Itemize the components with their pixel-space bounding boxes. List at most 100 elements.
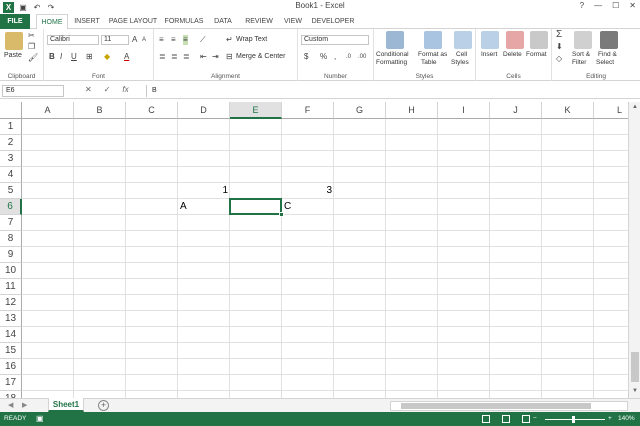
vertical-scrollbar[interactable]: ▲ ▼ bbox=[628, 102, 640, 398]
worksheet-grid[interactable]: ABCDEFGHIJKL1234567891011121314151617181… bbox=[0, 102, 628, 398]
sheet-tab-sheet1[interactable]: Sheet1 bbox=[48, 398, 84, 412]
scroll-up-icon[interactable]: ▲ bbox=[629, 104, 640, 110]
currency-button[interactable]: $ bbox=[304, 52, 308, 62]
row-header-11[interactable]: 11 bbox=[0, 279, 22, 295]
tab-page-layout[interactable]: PAGE LAYOUT bbox=[106, 14, 160, 29]
row-header-16[interactable]: 16 bbox=[0, 359, 22, 375]
comma-button[interactable]: , bbox=[334, 52, 336, 62]
column-header-i[interactable]: I bbox=[438, 102, 490, 119]
delete-cells-icon[interactable] bbox=[506, 31, 524, 49]
percent-button[interactable]: % bbox=[320, 52, 327, 62]
column-header-l[interactable]: L bbox=[594, 102, 628, 119]
shrink-font-icon[interactable]: A bbox=[142, 35, 146, 45]
conditional-formatting-button[interactable]: Conditional bbox=[376, 51, 409, 58]
enter-icon[interactable]: ✓ bbox=[104, 85, 111, 94]
row-header-3[interactable]: 3 bbox=[0, 151, 22, 167]
sort-filter-icon[interactable] bbox=[574, 31, 592, 49]
zoom-slider-track[interactable] bbox=[545, 419, 605, 420]
close-icon[interactable]: ✕ bbox=[629, 1, 636, 10]
vertical-scroll-thumb[interactable] bbox=[631, 352, 639, 382]
prev-sheet-icon[interactable]: ◀ bbox=[8, 401, 13, 409]
select-all-corner[interactable] bbox=[0, 102, 22, 119]
row-header-13[interactable]: 13 bbox=[0, 311, 22, 327]
merge-icon[interactable]: ⊟ bbox=[226, 52, 233, 62]
row-header-10[interactable]: 10 bbox=[0, 263, 22, 279]
column-header-k[interactable]: K bbox=[542, 102, 594, 119]
fill-icon[interactable]: ⬇ bbox=[556, 42, 563, 52]
align-right-icon[interactable]: ≣ bbox=[183, 52, 190, 62]
column-header-b[interactable]: B bbox=[74, 102, 126, 119]
underline-button[interactable]: U bbox=[71, 52, 77, 62]
row-header-1[interactable]: 1 bbox=[0, 119, 22, 135]
row-header-18[interactable]: 18 bbox=[0, 391, 22, 398]
row-header-7[interactable]: 7 bbox=[0, 215, 22, 231]
minimize-icon[interactable]: — bbox=[594, 1, 602, 10]
page-break-view-icon[interactable] bbox=[522, 415, 530, 423]
horizontal-scroll-thumb[interactable] bbox=[401, 403, 591, 409]
row-header-15[interactable]: 15 bbox=[0, 343, 22, 359]
wrap-text-icon[interactable]: ↵ bbox=[226, 35, 233, 45]
conditional-formatting-icon[interactable] bbox=[386, 31, 404, 49]
grow-font-icon[interactable]: A bbox=[132, 35, 137, 45]
column-header-a[interactable]: A bbox=[22, 102, 74, 119]
tab-home[interactable]: HOME bbox=[36, 14, 68, 30]
normal-view-icon[interactable] bbox=[482, 415, 490, 423]
delete-cells-button[interactable]: Delete bbox=[503, 51, 522, 58]
horizontal-scrollbar[interactable] bbox=[390, 401, 628, 411]
italic-button[interactable]: I bbox=[60, 52, 62, 62]
cell-styles-icon[interactable] bbox=[454, 31, 472, 49]
bold-button[interactable]: B bbox=[49, 52, 55, 62]
zoom-in-button[interactable]: + bbox=[608, 412, 612, 426]
fill-handle[interactable] bbox=[279, 212, 284, 217]
insert-function-icon[interactable]: fx bbox=[122, 85, 128, 94]
zoom-level[interactable]: 140% bbox=[618, 412, 635, 426]
copy-icon[interactable]: ❐ bbox=[28, 42, 35, 52]
macro-record-icon[interactable]: ▣ bbox=[36, 412, 44, 426]
middle-align-icon[interactable]: ≡ bbox=[171, 35, 176, 45]
row-header-4[interactable]: 4 bbox=[0, 167, 22, 183]
paste-icon[interactable] bbox=[5, 32, 23, 50]
number-format-select[interactable]: Custom bbox=[301, 35, 369, 45]
cancel-icon[interactable]: ✕ bbox=[85, 85, 92, 94]
fill-color-icon[interactable]: ◆ bbox=[104, 52, 110, 62]
format-painter-icon[interactable]: 🖌 bbox=[28, 53, 38, 63]
tab-developer[interactable]: DEVELOPER bbox=[310, 14, 356, 29]
clear-icon[interactable]: ◇ bbox=[556, 54, 562, 64]
tab-review[interactable]: REVIEW bbox=[242, 14, 276, 29]
row-header-14[interactable]: 14 bbox=[0, 327, 22, 343]
next-sheet-icon[interactable]: ▶ bbox=[22, 401, 27, 409]
format-cells-button[interactable]: Format bbox=[526, 51, 547, 58]
font-size-select[interactable]: 11 bbox=[101, 35, 129, 45]
row-header-2[interactable]: 2 bbox=[0, 135, 22, 151]
tab-view[interactable]: VIEW bbox=[282, 14, 304, 29]
cell-d5[interactable]: 1 bbox=[178, 183, 230, 199]
page-layout-view-icon[interactable] bbox=[502, 415, 510, 423]
insert-cells-button[interactable]: Insert bbox=[481, 51, 497, 58]
column-header-c[interactable]: C bbox=[126, 102, 178, 119]
cell-styles-button[interactable]: Cell bbox=[456, 51, 467, 58]
borders-icon[interactable]: ⊞ bbox=[86, 52, 93, 62]
increase-decimal-icon[interactable]: .0 bbox=[346, 52, 351, 62]
cell-d6[interactable]: A bbox=[178, 199, 230, 215]
row-header-8[interactable]: 8 bbox=[0, 231, 22, 247]
maximize-icon[interactable]: ☐ bbox=[612, 1, 619, 10]
column-header-f[interactable]: F bbox=[282, 102, 334, 119]
font-color-icon[interactable]: A bbox=[124, 52, 129, 62]
tab-file[interactable]: FILE bbox=[0, 14, 30, 29]
column-header-j[interactable]: J bbox=[490, 102, 542, 119]
row-header-6[interactable]: 6 bbox=[0, 199, 22, 215]
scroll-down-icon[interactable]: ▼ bbox=[629, 388, 640, 394]
font-name-select[interactable]: Calibri bbox=[47, 35, 99, 45]
row-header-12[interactable]: 12 bbox=[0, 295, 22, 311]
autosum-icon[interactable]: Σ bbox=[556, 30, 562, 40]
merge-center-button[interactable]: Merge & Center bbox=[236, 53, 285, 60]
find-select-button[interactable]: Find & bbox=[598, 51, 617, 58]
cell-f5[interactable]: 3 bbox=[282, 183, 334, 199]
sort-filter-button[interactable]: Sort & bbox=[572, 51, 590, 58]
row-header-5[interactable]: 5 bbox=[0, 183, 22, 199]
cell-f6[interactable]: C bbox=[282, 199, 334, 215]
format-as-table-button[interactable]: Format as bbox=[418, 51, 447, 58]
row-header-17[interactable]: 17 bbox=[0, 375, 22, 391]
top-align-icon[interactable]: ≡ bbox=[159, 35, 164, 45]
tab-formulas[interactable]: FORMULAS bbox=[164, 14, 204, 29]
